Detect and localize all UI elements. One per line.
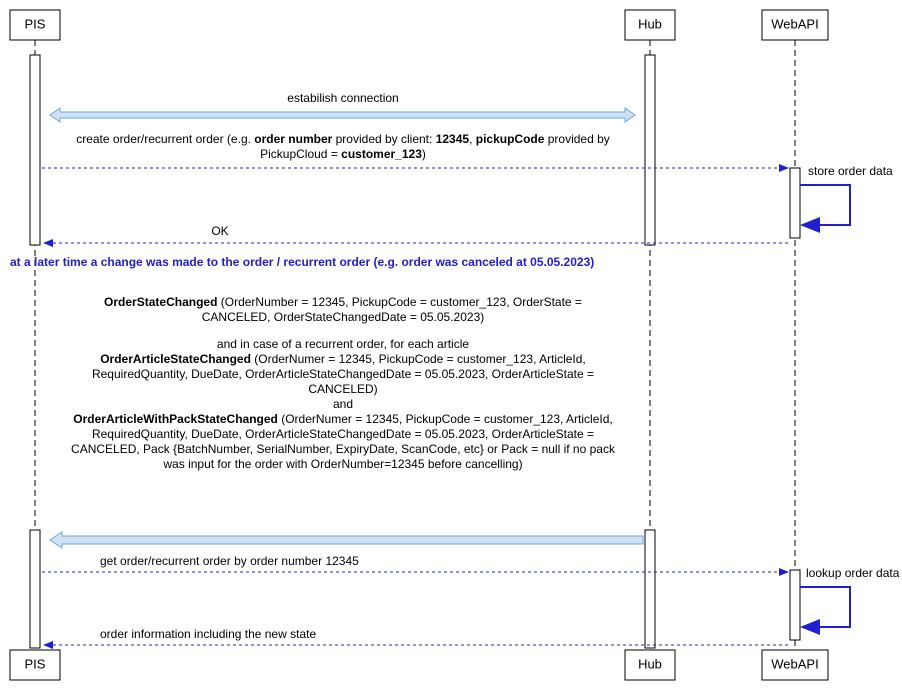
activation-webapi-2 — [790, 570, 800, 640]
sequence-diagram: PIS Hub WebAPI estabilish connection cre… — [0, 0, 902, 690]
participant-label: WebAPI — [771, 656, 818, 671]
activation-webapi-1 — [790, 168, 800, 238]
participant-label: WebAPI — [771, 16, 818, 31]
msg-order-info: order information including the new stat… — [44, 627, 788, 645]
msg-state-changed-block: OrderStateChanged (OrderNumber = 12345, … — [50, 295, 643, 548]
msg-label: OK — [211, 224, 228, 238]
activation-pis-1 — [30, 55, 40, 245]
oasc-line2: RequiredQuantity, DueDate, OrderArticleS… — [92, 367, 594, 381]
participant-label: Hub — [638, 656, 662, 671]
and: and — [333, 397, 353, 411]
participant-hub-top: Hub — [625, 10, 675, 40]
msg-get-order: get order/recurrent order by order numbe… — [42, 554, 788, 572]
activation-hub-2 — [645, 530, 655, 648]
osc-line1: OrderStateChanged (OrderNumber = 12345, … — [104, 295, 582, 309]
oawpsc-line3: CANCELED, Pack {BatchNumber, SerialNumbe… — [71, 442, 616, 456]
msg-ok: OK — [44, 224, 788, 243]
msg-lookup-order-data: lookup order data — [800, 566, 900, 627]
msg-establish-connection: estabilish connection — [50, 91, 635, 122]
participant-webapi-top: WebAPI — [762, 10, 828, 40]
msg-label: get order/recurrent order by order numbe… — [100, 554, 359, 568]
oasc-line1: OrderArticleStateChanged (OrderNumer = 1… — [100, 352, 586, 366]
msg-create-order: create order/recurrent order (e.g. order… — [42, 132, 788, 168]
osc-line2: CANCELED, OrderStateChangedDate = 05.05.… — [202, 310, 485, 324]
oasc-line3: CANCELED) — [308, 382, 377, 396]
participant-webapi-bottom: WebAPI — [762, 650, 828, 680]
msg-label-line1: create order/recurrent order (e.g. order… — [76, 132, 610, 146]
oawpsc-line1: OrderArticleWithPackStateChanged (OrderN… — [73, 412, 612, 426]
participant-pis-bottom: PIS — [10, 650, 60, 680]
activation-pis-2 — [30, 530, 40, 648]
msg-label-line2: PickupCloud = customer_123) — [260, 147, 426, 161]
msg-label: order information including the new stat… — [100, 627, 316, 641]
msg-label: estabilish connection — [287, 91, 398, 105]
participant-label: PIS — [25, 656, 46, 671]
and-recurrent: and in case of a recurrent order, for ea… — [217, 337, 469, 351]
participant-pis-top: PIS — [10, 10, 60, 40]
oawpsc-line2: RequiredQuantity, DueDate, OrderArticleS… — [92, 427, 594, 441]
activation-hub-1 — [645, 55, 655, 245]
participant-label: PIS — [25, 16, 46, 31]
msg-label: store order data — [808, 164, 893, 178]
oawpsc-line4: was input for the order with OrderNumber… — [162, 457, 522, 471]
msg-store-order-data: store order data — [800, 164, 893, 225]
note-change: at a later time a change was made to the… — [10, 255, 594, 269]
participant-hub-bottom: Hub — [625, 650, 675, 680]
participant-label: Hub — [638, 16, 662, 31]
msg-label: lookup order data — [806, 566, 900, 580]
